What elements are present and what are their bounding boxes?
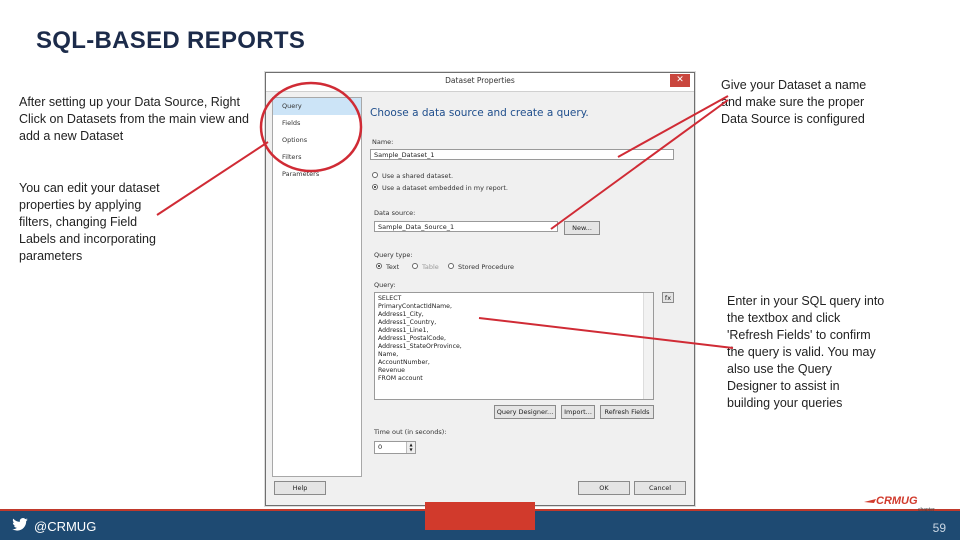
logo-subtitle: chapter: [918, 507, 935, 513]
annotation-arrow-datasource: [550, 99, 729, 230]
annotation-arrow-edit: [156, 141, 269, 216]
crmug-logo-graphic: CRMUG chapter: [864, 495, 935, 513]
annotation-arrow-query: [478, 317, 734, 349]
logo-wordmark: CRMUG: [876, 495, 918, 507]
crmug-logo: CRMUG chapter: [862, 492, 952, 519]
page-number: 59: [932, 521, 946, 535]
twitter-handle[interactable]: @CRMUG: [12, 518, 96, 534]
twitter-icon: [12, 518, 28, 531]
annotation-circle: [259, 81, 363, 173]
twitter-handle-text: @CRMUG: [34, 519, 97, 534]
annotation-layer: [156, 81, 734, 349]
footer-accent-block: [425, 502, 535, 530]
annotation-arrow-name: [617, 95, 729, 158]
